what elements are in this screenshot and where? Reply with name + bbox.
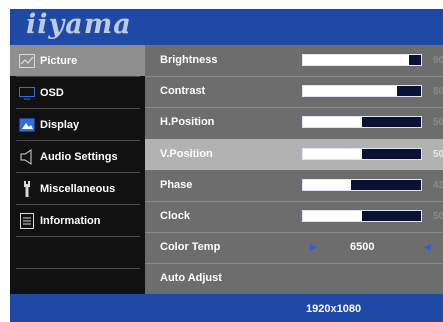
picture-settings-panel: Brightness 90 Contrast 80 H.Position 50 … — [145, 45, 443, 294]
row-label: Clock — [160, 210, 190, 222]
sidebar-item-display[interactable]: Display — [10, 109, 145, 140]
arrow-left-icon[interactable]: ◀ — [424, 232, 431, 263]
row-label: Brightness — [160, 54, 218, 66]
osd-icon — [18, 84, 36, 102]
sidebar-item-label: Audio Settings — [40, 150, 118, 163]
sidebar-item-label: Miscellaneous — [40, 182, 116, 195]
display-icon — [18, 116, 36, 134]
brightness-value: 90 — [433, 55, 443, 66]
divider — [16, 268, 140, 269]
document-icon — [18, 212, 36, 230]
slider-fill — [303, 55, 410, 65]
sidebar-item-osd[interactable]: OSD — [10, 77, 145, 108]
wrench-icon — [18, 180, 36, 198]
h-position-value: 50 — [433, 117, 443, 128]
sidebar-item-picture[interactable]: Picture — [10, 45, 145, 76]
color-temp-value: 6500 — [350, 241, 375, 253]
arrow-right-icon[interactable]: ▶ — [310, 232, 317, 263]
row-label: H.Position — [160, 116, 215, 128]
slider-fill — [303, 117, 362, 127]
row-label: Auto Adjust — [160, 272, 222, 284]
color-temp-row[interactable]: Color Temp ▶ 6500 ◀ — [145, 232, 443, 263]
clock-value: 50 — [433, 211, 443, 222]
v-position-value: 50 — [433, 149, 443, 160]
auto-adjust-row[interactable]: Auto Adjust — [145, 263, 443, 294]
brightness-slider[interactable] — [302, 54, 422, 66]
row-label: V.Position — [160, 148, 213, 160]
sidebar-item-label: OSD — [40, 86, 64, 99]
contrast-row[interactable]: Contrast 80 — [145, 76, 443, 107]
row-label: Color Temp — [160, 241, 221, 253]
row-label: Contrast — [160, 85, 206, 97]
sidebar-item-audio-settings[interactable]: Audio Settings — [10, 141, 145, 172]
slider-fill — [303, 86, 398, 96]
resolution-readout: 1920x1080 — [306, 303, 362, 315]
sidebar-item-label: Information — [40, 214, 101, 227]
phase-slider[interactable] — [302, 179, 422, 191]
sidebar-item-label: Display — [40, 118, 80, 131]
sidebar: Picture OSD Display Audio Settings Misce… — [10, 45, 145, 294]
clock-row[interactable]: Clock 50 — [145, 201, 443, 232]
phase-value: 41 — [433, 180, 443, 191]
h-position-row[interactable]: H.Position 50 — [145, 107, 443, 138]
slider-fill — [303, 211, 362, 221]
slider-fill — [303, 149, 362, 159]
contrast-slider[interactable] — [302, 85, 422, 97]
slider-fill — [303, 180, 352, 190]
osd-menu: iiyama Picture OSD Display Audio Setting… — [10, 9, 443, 322]
sidebar-item-information[interactable]: Information — [10, 205, 145, 236]
clock-slider[interactable] — [302, 210, 422, 222]
phase-row[interactable]: Phase 41 — [145, 170, 443, 201]
picture-icon — [18, 52, 36, 70]
contrast-value: 80 — [433, 86, 443, 97]
brightness-row[interactable]: Brightness 90 — [145, 45, 443, 76]
v-position-row[interactable]: V.Position 50 — [145, 139, 443, 170]
h-position-slider[interactable] — [302, 116, 422, 128]
sidebar-item-miscellaneous[interactable]: Miscellaneous — [10, 173, 145, 204]
brand-logo: iiyama — [26, 9, 132, 40]
divider — [16, 236, 140, 237]
v-position-slider[interactable] — [302, 148, 422, 160]
speaker-icon — [18, 148, 36, 166]
sidebar-item-label: Picture — [40, 54, 78, 67]
row-label: Phase — [160, 179, 193, 191]
